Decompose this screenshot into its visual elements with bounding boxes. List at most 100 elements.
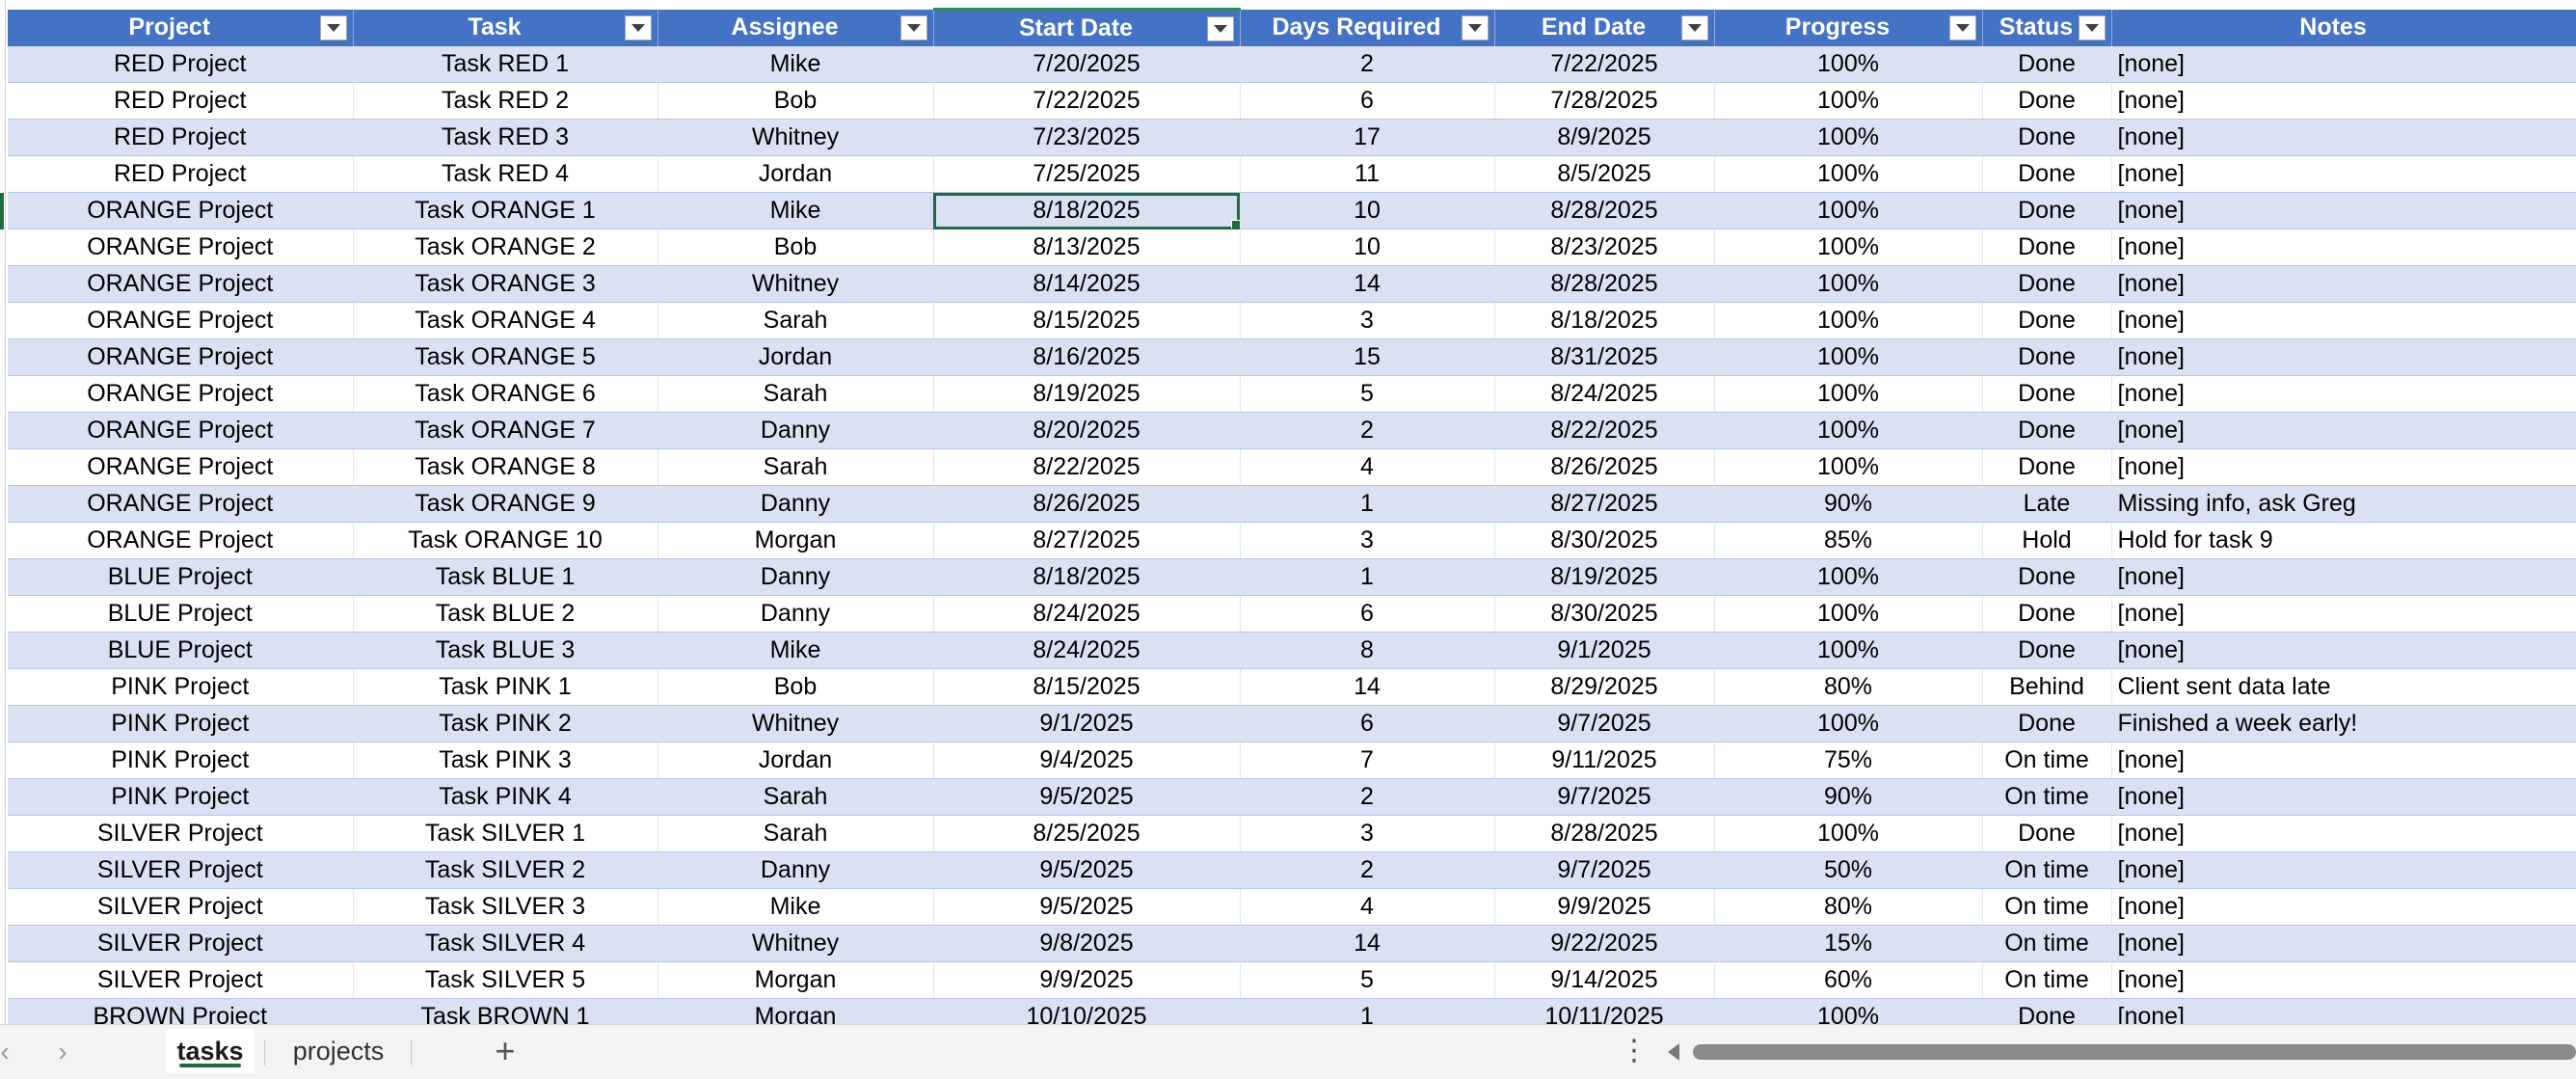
cell-days-required[interactable]: 3 (1240, 302, 1495, 339)
cell-progress[interactable]: 100% (1714, 302, 1983, 339)
cell-task[interactable]: Task ORANGE 5 (353, 338, 658, 376)
cell-start-date[interactable]: 7/23/2025 (933, 119, 1241, 156)
cell-progress[interactable]: 80% (1714, 888, 1983, 926)
cell-project[interactable]: ORANGE Project (8, 448, 354, 486)
cell-start-date[interactable]: 7/20/2025 (933, 45, 1241, 83)
cell-task[interactable]: Task BROWN 1 (353, 998, 658, 1024)
cell-days-required[interactable]: 14 (1240, 265, 1495, 303)
cell-end-date[interactable]: 8/27/2025 (1494, 485, 1715, 523)
cell-assignee[interactable]: Bob (657, 668, 934, 706)
cell-status[interactable]: Behind (1982, 668, 2112, 706)
cell-assignee[interactable]: Danny (657, 485, 934, 523)
cell-status[interactable]: Done (1982, 192, 2112, 229)
cell-task[interactable]: Task RED 3 (353, 119, 658, 156)
cell-days-required[interactable]: 8 (1240, 632, 1495, 669)
cell-notes[interactable]: [none] (2111, 925, 2576, 962)
cell-task[interactable]: Task ORANGE 4 (353, 302, 658, 339)
cell-notes[interactable]: Hold for task 9 (2111, 522, 2576, 559)
cell-status[interactable]: Done (1982, 302, 2112, 339)
cell-assignee[interactable]: Whitney (657, 265, 934, 303)
cell-notes[interactable]: [none] (2111, 192, 2576, 229)
column-header-end-date[interactable]: End Date (1494, 9, 1715, 46)
cell-progress[interactable]: 100% (1714, 155, 1983, 193)
column-header-status[interactable]: Status (1982, 9, 2112, 46)
cell-assignee[interactable]: Whitney (657, 119, 934, 156)
cell-project[interactable]: PINK Project (8, 742, 354, 779)
cell-days-required[interactable]: 2 (1240, 45, 1495, 83)
cell-status[interactable]: Done (1982, 155, 2112, 193)
cell-assignee[interactable]: Danny (657, 558, 934, 596)
cell-end-date[interactable]: 8/28/2025 (1494, 192, 1715, 229)
cell-project[interactable]: BROWN Project (8, 998, 354, 1024)
cell-end-date[interactable]: 9/9/2025 (1494, 888, 1715, 926)
cell-notes[interactable]: [none] (2111, 448, 2576, 486)
filter-dropdown-icon[interactable] (899, 14, 927, 40)
cell-start-date[interactable]: 8/25/2025 (933, 815, 1241, 852)
cell-days-required[interactable]: 3 (1240, 522, 1495, 559)
cell-start-date[interactable]: 8/15/2025 (933, 302, 1241, 339)
cell-project[interactable]: PINK Project (8, 778, 354, 816)
cell-progress[interactable]: 15% (1714, 925, 1983, 962)
cell-end-date[interactable]: 8/31/2025 (1494, 338, 1715, 376)
cell-assignee[interactable]: Danny (657, 851, 934, 889)
cell-task[interactable]: Task ORANGE 9 (353, 485, 658, 523)
cell-days-required[interactable]: 1 (1240, 558, 1495, 596)
filter-dropdown-icon[interactable] (2078, 14, 2106, 40)
cell-assignee[interactable]: Whitney (657, 705, 934, 742)
cell-status[interactable]: Done (1982, 558, 2112, 596)
cell-project[interactable]: PINK Project (8, 668, 354, 706)
cell-end-date[interactable]: 8/24/2025 (1494, 375, 1715, 413)
cell-assignee[interactable]: Mike (657, 888, 934, 926)
cell-progress[interactable]: 50% (1714, 851, 1983, 889)
cell-task[interactable]: Task SILVER 1 (353, 815, 658, 852)
cell-status[interactable]: On time (1982, 961, 2112, 999)
cell-status[interactable]: Done (1982, 705, 2112, 742)
cell-assignee[interactable]: Bob (657, 229, 934, 266)
cell-status[interactable]: Done (1982, 595, 2112, 633)
cell-start-date[interactable]: 8/18/2025 (933, 192, 1241, 229)
cell-notes[interactable]: [none] (2111, 998, 2576, 1024)
cell-status[interactable]: Done (1982, 998, 2112, 1024)
cell-status[interactable]: Done (1982, 229, 2112, 266)
cell-project[interactable]: BLUE Project (8, 558, 354, 596)
cell-progress[interactable]: 100% (1714, 448, 1983, 486)
column-header-notes[interactable]: Notes (2111, 9, 2576, 46)
cell-notes[interactable]: [none] (2111, 338, 2576, 376)
cell-task[interactable]: Task ORANGE 6 (353, 375, 658, 413)
cell-end-date[interactable]: 8/22/2025 (1494, 412, 1715, 449)
cell-assignee[interactable]: Sarah (657, 778, 934, 816)
cell-progress[interactable]: 85% (1714, 522, 1983, 559)
cell-task[interactable]: Task BLUE 3 (353, 632, 658, 669)
cell-project[interactable]: SILVER Project (8, 925, 354, 962)
cell-status[interactable]: Done (1982, 265, 2112, 303)
cell-progress[interactable]: 100% (1714, 375, 1983, 413)
cell-end-date[interactable]: 8/28/2025 (1494, 815, 1715, 852)
cell-notes[interactable]: [none] (2111, 375, 2576, 413)
cell-start-date[interactable]: 7/25/2025 (933, 155, 1241, 193)
cell-days-required[interactable]: 2 (1240, 778, 1495, 816)
cell-project[interactable]: ORANGE Project (8, 412, 354, 449)
cell-start-date[interactable]: 8/13/2025 (933, 229, 1241, 266)
cell-notes[interactable]: [none] (2111, 155, 2576, 193)
plus-icon[interactable]: + (488, 1034, 523, 1069)
cell-end-date[interactable]: 9/7/2025 (1494, 851, 1715, 889)
cell-assignee[interactable]: Jordan (657, 155, 934, 193)
cell-notes[interactable]: [none] (2111, 82, 2576, 120)
cell-days-required[interactable]: 4 (1240, 888, 1495, 926)
filter-dropdown-icon[interactable] (1948, 14, 1976, 40)
cell-task[interactable]: Task RED 1 (353, 45, 658, 83)
cell-end-date[interactable]: 9/14/2025 (1494, 961, 1715, 999)
cell-days-required[interactable]: 11 (1240, 155, 1495, 193)
cell-start-date[interactable]: 9/1/2025 (933, 705, 1241, 742)
cell-status[interactable]: Done (1982, 338, 2112, 376)
cell-project[interactable]: ORANGE Project (8, 485, 354, 523)
cell-end-date[interactable]: 8/18/2025 (1494, 302, 1715, 339)
cell-project[interactable]: SILVER Project (8, 851, 354, 889)
cell-end-date[interactable]: 8/19/2025 (1494, 558, 1715, 596)
cell-notes[interactable]: [none] (2111, 851, 2576, 889)
cell-days-required[interactable]: 4 (1240, 448, 1495, 486)
cell-start-date[interactable]: 8/18/2025 (933, 558, 1241, 596)
cell-end-date[interactable]: 8/23/2025 (1494, 229, 1715, 266)
cell-task[interactable]: Task ORANGE 8 (353, 448, 658, 486)
cell-assignee[interactable]: Morgan (657, 522, 934, 559)
